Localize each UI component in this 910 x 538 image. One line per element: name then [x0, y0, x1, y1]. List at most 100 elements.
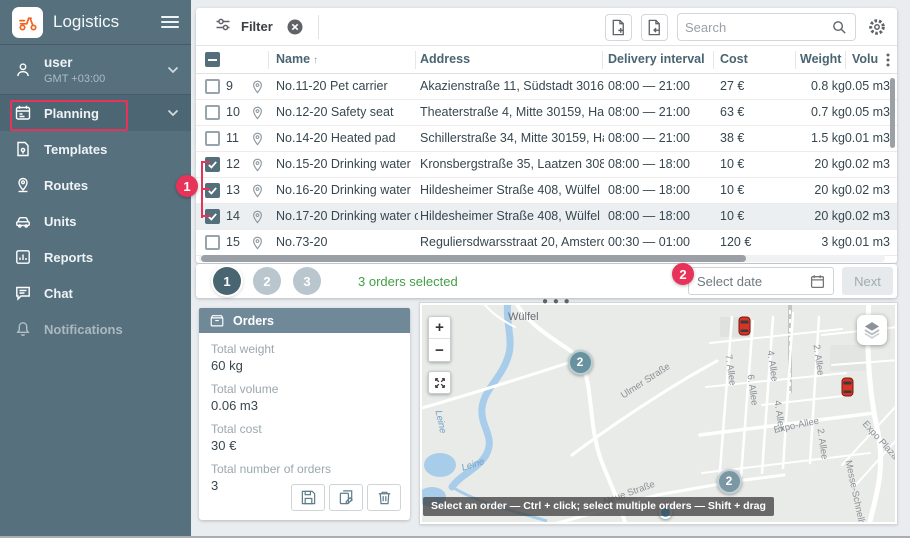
reports-icon [12, 248, 34, 266]
settings-gear-icon[interactable] [865, 17, 889, 37]
sidebar: Logistics user GMT +03:00 Planning Templa… [0, 0, 191, 538]
order-volume: 0.02 m3 [797, 178, 890, 203]
chevron-down-icon [167, 66, 179, 74]
row-number: 10 [226, 100, 250, 125]
order-volume: 0.05 m3 [797, 74, 890, 99]
row-checkbox[interactable] [205, 131, 220, 146]
chat-icon [12, 284, 34, 302]
app-window: Logistics user GMT +03:00 Planning Templa… [0, 0, 910, 538]
row-checkbox[interactable] [205, 209, 220, 224]
page-button-1[interactable]: 1 [213, 267, 241, 295]
sidebar-item-templates[interactable]: Templates [0, 131, 191, 167]
row-checkbox[interactable] [205, 157, 220, 172]
order-cluster-marker[interactable]: 2 [717, 469, 742, 494]
sidebar-item-routes[interactable]: Routes [0, 167, 191, 203]
column-menu-icon[interactable] [886, 53, 890, 70]
search-input[interactable] [685, 20, 831, 35]
select-date-placeholder: Select date [697, 274, 762, 289]
search-icon[interactable] [831, 19, 848, 36]
copy-orders-button[interactable] [329, 484, 363, 511]
map-fullscreen-button[interactable] [428, 371, 451, 394]
order-delivery-interval: 08:00 — 21:00 [608, 74, 713, 99]
summary-field-label: Total volume [211, 382, 398, 396]
user-name: user [44, 55, 167, 70]
import-orders-button[interactable] [641, 14, 668, 41]
sidebar-item-notifications[interactable]: Notifications [0, 311, 191, 347]
table-row[interactable]: 13No.16-20 Drinking waterHildesheimer St… [196, 178, 897, 204]
table-row[interactable]: 11No.14-20 Heated padSchillerstraße 34, … [196, 126, 897, 152]
column-header-weight[interactable]: Weight [800, 52, 841, 66]
sidebar-item-planning[interactable]: Planning [0, 95, 191, 131]
map-label: Wülfel [508, 311, 539, 323]
sidebar-item-label: Templates [44, 142, 179, 157]
column-header-volume[interactable]: Volu [852, 52, 878, 66]
column-header-interval[interactable]: Delivery interval [608, 52, 705, 66]
order-name: No.14-20 Heated pad [276, 126, 418, 151]
search-box [677, 13, 856, 41]
location-pin-icon [252, 184, 263, 201]
sidebar-item-reports[interactable]: Reports [0, 239, 191, 275]
sidebar-item-chat[interactable]: Chat [0, 275, 191, 311]
user-menu[interactable]: user GMT +03:00 [0, 45, 191, 95]
row-number: 11 [226, 126, 250, 151]
add-order-button[interactable] [605, 14, 632, 41]
sidebar-nav: Planning Templates RoutesUnitsReportsChat N… [0, 95, 191, 347]
column-header-cost[interactable]: Cost [720, 52, 748, 66]
summary-field-label: Total number of orders [211, 462, 398, 476]
order-delivery-interval: 08:00 — 21:00 [608, 126, 713, 151]
menu-toggle-button[interactable] [161, 16, 179, 28]
order-name: No.73-20 [276, 230, 418, 255]
row-checkbox[interactable] [205, 79, 220, 94]
horizontal-scrollbar-thumb[interactable] [201, 255, 746, 262]
vertical-scrollbar-thumb[interactable] [890, 78, 895, 148]
row-checkbox[interactable] [205, 235, 220, 250]
table-row[interactable]: 14No.17-20 Drinking water co…Hildesheime… [196, 204, 897, 230]
select-date-input[interactable]: Select date [688, 267, 834, 295]
sidebar-header: Logistics [0, 0, 191, 45]
table-row[interactable]: 9No.11-20 Pet carrierAkazienstraße 11, S… [196, 74, 897, 100]
app-logo-icon [12, 7, 43, 38]
sidebar-item-units[interactable]: Units [0, 203, 191, 239]
location-pin-icon [252, 132, 263, 149]
table-row[interactable]: 10No.12-20 Safety seatTheaterstraße 4, M… [196, 100, 897, 126]
next-button[interactable]: Next [842, 267, 893, 295]
vehicle-marker-icon[interactable] [738, 316, 751, 341]
summary-field-label: Total cost [211, 422, 398, 436]
order-delivery-interval: 08:00 — 21:00 [608, 100, 713, 125]
table-row[interactable]: 15No.73-20Reguliersdwarsstraat 20, Amste… [196, 230, 897, 256]
order-name: No.15-20 Drinking water [276, 152, 418, 177]
order-volume: 0.05 m3 [797, 100, 890, 125]
bell-icon [12, 320, 34, 338]
table-row[interactable]: 12No.15-20 Drinking waterKronsbergstraße… [196, 152, 897, 178]
page-button-2[interactable]: 2 [253, 267, 281, 295]
units-icon [12, 212, 34, 230]
select-all-checkbox[interactable] [205, 52, 220, 67]
chevron-down-icon [167, 109, 179, 117]
delete-orders-button[interactable] [367, 484, 401, 511]
column-header-address[interactable]: Address [420, 52, 470, 66]
orders-summary-title: Orders [233, 314, 274, 328]
filter-button[interactable]: Filter [196, 16, 304, 37]
orders-box-icon [209, 313, 225, 329]
save-selection-button[interactable] [291, 484, 325, 511]
clear-filter-icon[interactable] [286, 18, 304, 36]
page-button-3[interactable]: 3 [293, 267, 321, 295]
orders-table-card: Filter [196, 8, 897, 263]
summary-field-value: 30 € [211, 438, 398, 453]
map-base [422, 305, 895, 522]
horizontal-scrollbar[interactable] [199, 255, 885, 262]
vehicle-marker-icon[interactable] [841, 377, 854, 402]
map-zoom-in-button[interactable]: + [429, 317, 450, 339]
location-pin-icon [252, 236, 263, 253]
panel-resize-handle[interactable]: ● ● ● [542, 296, 571, 307]
order-cluster-marker[interactable]: 2 [568, 350, 593, 375]
sidebar-item-label: Notifications [44, 322, 179, 337]
map-canvas[interactable]: WülfelLeineLeineUlmer Straße7. Allee6. A… [422, 305, 895, 522]
user-timezone: GMT +03:00 [44, 73, 167, 85]
row-checkbox[interactable] [205, 183, 220, 198]
column-header-name[interactable]: Name↑ [276, 52, 318, 66]
map-layers-button[interactable] [857, 315, 887, 345]
map-zoom-out-button[interactable]: − [429, 339, 450, 361]
row-number: 14 [226, 204, 250, 229]
row-checkbox[interactable] [205, 105, 220, 120]
